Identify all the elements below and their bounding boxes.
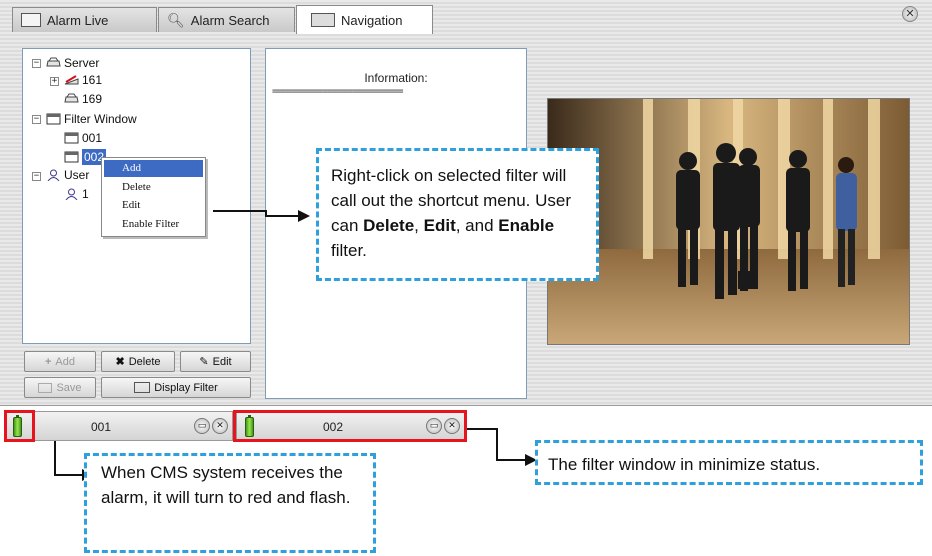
tab-label: Alarm Search [190,12,270,28]
callout-text: The filter window in minimize status. [548,455,821,474]
filter-window-icon [64,151,79,163]
tab-alarm-search[interactable]: 🔍︎ Alarm Search [158,7,295,32]
tab-alarm-live[interactable]: Alarm Live [12,7,157,32]
menu-item-delete[interactable]: Delete [104,179,203,196]
menu-item-enable-filter[interactable]: Enable Filter [104,216,203,233]
menu-item-edit[interactable]: Edit [104,197,203,214]
tree-node-filter-window[interactable]: Filter Window [64,111,137,127]
user-icon [47,169,60,181]
delete-button-label: Delete [128,355,161,368]
server-icon [64,93,79,103]
callout-bold-delete: Delete [363,216,415,235]
camera-preview-image [547,98,910,345]
expand-toggle[interactable]: + [50,77,59,86]
tab-navigation[interactable]: Navigation [296,5,433,34]
tree-node-server-169[interactable]: 169 [82,91,102,107]
edit-button[interactable]: ✎ Edit [180,351,251,372]
user-icon [65,188,78,200]
filter-window-icon [64,132,79,144]
callout-bold-enable: Enable [498,216,555,235]
alarm-callout: When CMS system receives the alarm, it w… [84,453,376,553]
menu-item-add[interactable]: Add [104,160,203,177]
filter-window-icon [46,113,61,125]
minimize-callout: The filter window in minimize status. [535,440,923,485]
server-alert-icon [64,75,79,85]
tree-node-user[interactable]: User [64,167,89,183]
save-button-label: Save [56,381,82,394]
alarm-live-icon [21,13,41,27]
tree-node-user-1[interactable]: 1 [82,186,89,202]
collapse-toggle[interactable]: − [32,172,41,181]
alarm-search-icon: 🔍︎ [167,11,185,28]
plus-icon: + [44,355,52,368]
close-icon[interactable]: ✕ [902,6,918,22]
context-menu-callout: Right-click on selected filter will call… [316,148,599,281]
minimized-filter-window-001[interactable]: 001 ▭ ✕ [4,411,233,441]
add-button-label: Add [55,355,75,368]
delete-x-icon: ✖ [115,356,125,368]
display-filter-button[interactable]: Display Filter [101,377,251,398]
tree-node-server-161[interactable]: 161 [82,72,102,88]
edit-icon: ✎ [199,356,209,368]
callout-text: , and [455,216,499,235]
minimized-window-highlight [233,410,467,442]
context-menu: Add Delete Edit Enable Filter [101,157,206,237]
tree-node-server[interactable]: Server [64,55,99,71]
alarm-indicator-highlight [4,410,35,442]
callout-text: filter. [331,241,367,260]
server-icon [46,57,61,67]
delete-button[interactable]: ✖ Delete [101,351,175,372]
callout-text: When CMS system receives the alarm, it w… [101,463,351,507]
collapse-toggle[interactable]: − [32,59,41,68]
tree-node-filter-001[interactable]: 001 [82,130,102,146]
display-filter-button-label: Display Filter [154,381,218,394]
tab-label: Navigation [341,12,403,28]
display-filter-icon [134,382,151,393]
minimized-window-label: 001 [91,420,112,434]
restore-icon[interactable]: ▭ [194,418,210,434]
navigation-icon [311,13,335,27]
edit-button-label: Edit [212,355,232,368]
close-icon[interactable]: ✕ [212,418,228,434]
collapse-toggle[interactable]: − [32,115,41,124]
information-separator: ========================== [272,86,404,97]
information-title: Information: [364,71,428,85]
add-button[interactable]: + Add [24,351,96,372]
tab-label: Alarm Live [47,12,109,28]
callout-bold-edit: Edit [423,216,456,235]
save-button[interactable]: Save [24,377,96,398]
save-icon [38,382,53,393]
callout-text: , [414,216,424,235]
